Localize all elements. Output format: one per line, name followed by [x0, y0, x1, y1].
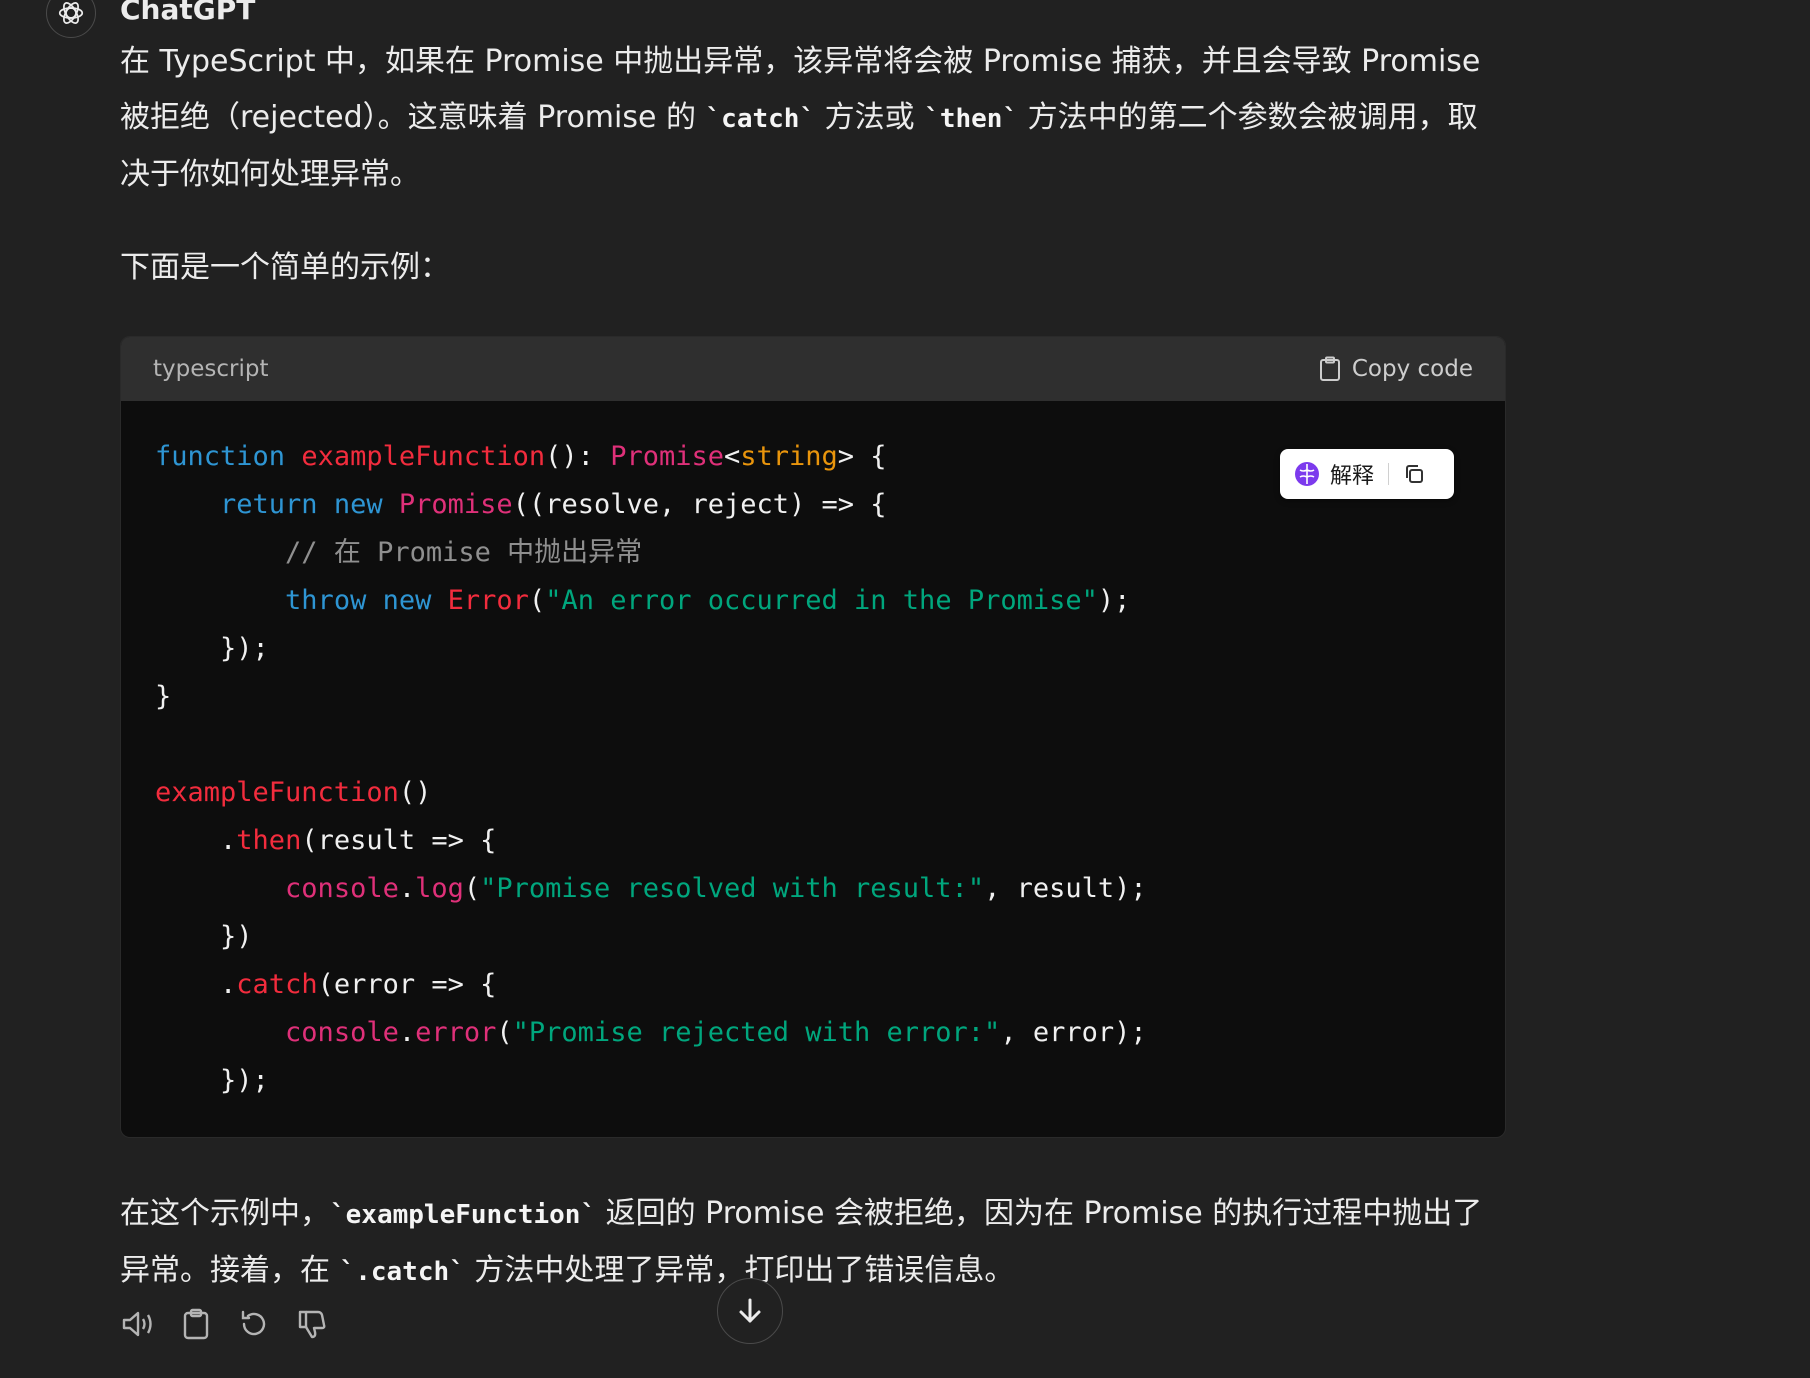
clipboard-icon	[1319, 356, 1340, 381]
copy-message-button[interactable]	[178, 1306, 214, 1342]
refresh-icon	[241, 1310, 266, 1336]
inline-code-catch: `catch`	[705, 104, 816, 134]
speaker-icon	[122, 1311, 152, 1337]
code-block-header: typescript Copy code	[121, 337, 1505, 401]
copy-code-button[interactable]: Copy code	[1318, 356, 1473, 382]
read-aloud-button[interactable]	[120, 1306, 156, 1342]
message-paragraph-3: 在这个示例中，`exampleFunction` 返回的 Promise 会被拒…	[120, 1196, 1483, 1288]
message-paragraph-2: 下面是一个简单的示例：	[120, 250, 450, 285]
dislike-button[interactable]	[294, 1306, 330, 1342]
clipboard-icon	[183, 1308, 209, 1340]
explain-widget: 解释	[1280, 449, 1454, 499]
chatgpt-avatar	[46, 0, 96, 38]
regenerate-button[interactable]	[236, 1306, 272, 1342]
scroll-to-bottom-button[interactable]	[717, 1278, 783, 1344]
message-actions	[120, 1306, 330, 1342]
arrow-down-icon	[739, 1298, 761, 1323]
message-paragraph-1: 在 TypeScript 中，如果在 Promise 中抛出异常，该异常将会被 …	[120, 44, 1481, 192]
inline-code-catch-method: `.catch`	[339, 1257, 465, 1287]
explain-divider	[1388, 463, 1390, 485]
brain-icon	[1295, 462, 1319, 486]
explain-button[interactable]: 解释	[1294, 458, 1374, 490]
code-language-label: typescript	[153, 356, 269, 382]
openai-logo-icon	[58, 2, 84, 24]
inline-code-examplefunction: `exampleFunction`	[330, 1200, 597, 1230]
copy-icon[interactable]	[1403, 463, 1425, 485]
thumbs-down-icon	[298, 1310, 326, 1339]
explain-label: 解释	[1330, 464, 1375, 489]
copy-code-label: Copy code	[1351, 356, 1473, 382]
inline-code-then: `then`	[924, 104, 1019, 134]
code-content: function exampleFunction(): Promise<stri…	[155, 441, 1147, 1096]
message-author: ChatGPT	[120, 0, 256, 26]
